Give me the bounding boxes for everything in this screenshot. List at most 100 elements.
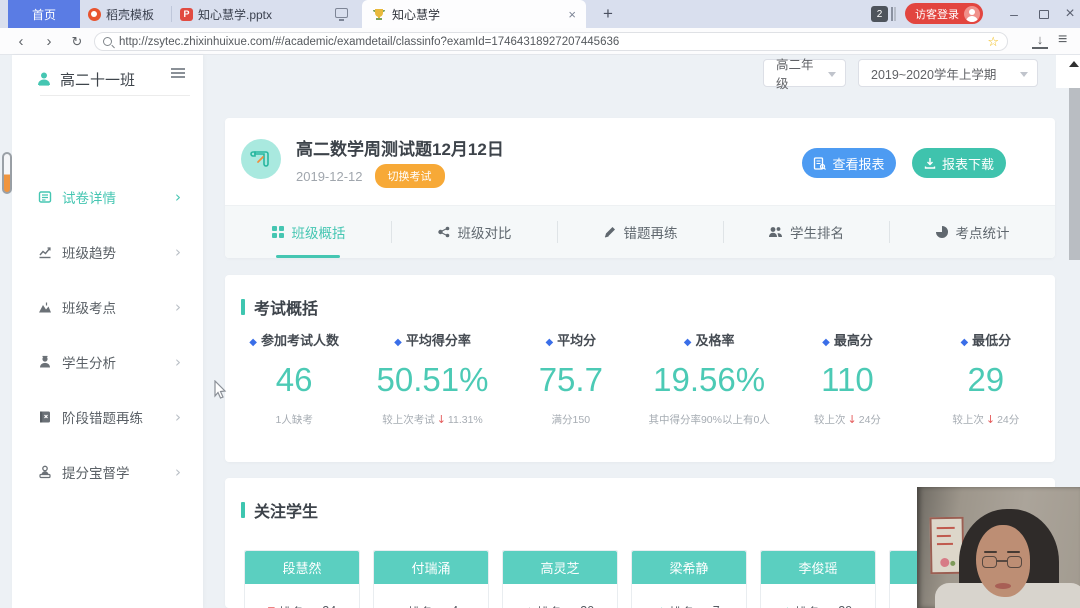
rank-value: 24 xyxy=(322,604,336,608)
search-icon xyxy=(103,37,112,46)
section-accent-bar xyxy=(241,502,245,518)
student-name[interactable]: 梁希静 xyxy=(632,551,746,584)
favorite-star-icon[interactable]: ☆ xyxy=(987,34,999,50)
scrollbar-thumb[interactable] xyxy=(1069,88,1080,260)
guest-login-button[interactable]: 访客登录 xyxy=(905,3,983,24)
tab-class-summary[interactable]: 班级概括 xyxy=(225,206,391,258)
student-card[interactable]: 付瑞涌 排名： 4 xyxy=(373,550,489,608)
stat-label: 平均分 xyxy=(557,333,596,348)
stat-max-score: ◆最高分 110 较上次24分 xyxy=(778,330,916,427)
section-header: 考试概括 xyxy=(241,295,318,319)
student-cards-row: 段慧然 排名： 24 付瑞涌 排名： 4 高灵芝 排 xyxy=(244,550,1018,608)
tab-student-ranking[interactable]: 学生排名 xyxy=(723,206,889,258)
tab-pptx-label: 知心慧学.pptx xyxy=(198,6,272,23)
sidebar-item-label: 试卷详情 xyxy=(62,187,116,207)
student-name[interactable]: 付瑞涌 xyxy=(374,551,488,584)
compare-icon xyxy=(437,225,451,239)
stage-retry-icon xyxy=(38,410,52,424)
window-close-button[interactable]: × xyxy=(1056,0,1080,28)
term-select[interactable]: 2019~2020学年上学期 xyxy=(858,59,1038,87)
tab-class-compare[interactable]: 班级对比 xyxy=(391,206,557,258)
section-title: 关注学生 xyxy=(254,498,318,522)
student-name[interactable]: 段慧然 xyxy=(245,551,359,584)
tab-label: 错题再练 xyxy=(624,222,678,242)
people-icon xyxy=(768,225,783,239)
tab-keypoint-stats[interactable]: 考点统计 xyxy=(889,206,1055,258)
cast-icon[interactable] xyxy=(335,8,348,18)
tab-zhixinhuixue[interactable]: 知心慧学 × xyxy=(362,0,586,28)
sidebar-item-class-keypoint[interactable]: 班级考点 › xyxy=(12,292,203,322)
class-trend-icon xyxy=(38,245,52,259)
forward-button[interactable]: › xyxy=(36,28,62,55)
stat-note-value: 24分 xyxy=(997,414,1019,426)
switch-exam-button[interactable]: 切换考试 xyxy=(375,164,445,188)
active-tab-underline xyxy=(276,255,340,258)
rank-value: 30 xyxy=(580,604,594,608)
sidebar-item-label: 班级考点 xyxy=(62,297,116,317)
stat-label: 参加考试人数 xyxy=(261,333,339,348)
exam-detail-icon xyxy=(38,190,52,204)
diamond-icon: ◆ xyxy=(394,337,402,348)
glasses-icon xyxy=(1007,556,1022,568)
new-tab-button[interactable]: + xyxy=(596,2,620,26)
sidebar-item-student-analysis[interactable]: 学生分析 › xyxy=(12,347,203,377)
stat-value: 29 xyxy=(917,361,1055,399)
content-tabs: 班级概括 班级对比 错题再练 xyxy=(225,205,1055,258)
rank-label: 排名： xyxy=(537,602,575,608)
chevron-right-icon: › xyxy=(175,408,181,426)
tab-home[interactable]: 首页 xyxy=(8,0,80,28)
stat-participants: ◆参加考试人数 46 1人缺考 xyxy=(225,330,363,427)
supervise-icon xyxy=(38,465,52,479)
scrollbar-up-arrow[interactable] xyxy=(1069,61,1079,67)
tab-count-badge[interactable]: 2 xyxy=(871,6,888,22)
rank-value: 29 xyxy=(838,604,852,608)
student-card[interactable]: 高灵芝 排名： 30 xyxy=(502,550,618,608)
student-card[interactable]: 段慧然 排名： 24 xyxy=(244,550,360,608)
downloads-icon[interactable]: ↓ xyxy=(1032,33,1048,49)
tab-wrong-retry[interactable]: 错题再练 xyxy=(557,206,723,258)
grade-select[interactable]: 高二年级 xyxy=(763,59,846,87)
browser-toolbar: ‹ › ↻ http://zsytec.zhixinhuixue.com/#/a… xyxy=(0,28,1080,55)
tab-docer[interactable]: 稻壳模板 xyxy=(80,0,172,28)
grid-icon xyxy=(271,225,285,239)
side-toolbar-handle[interactable] xyxy=(2,152,12,194)
download-report-button[interactable]: 报表下载 xyxy=(912,148,1006,178)
close-tab-icon[interactable]: × xyxy=(568,7,576,22)
url-text[interactable]: http://zsytec.zhixinhuixue.com/#/academi… xyxy=(119,36,619,48)
sidebar-item-class-trend[interactable]: 班级趋势 › xyxy=(12,237,203,267)
menu-icon[interactable]: ≡ xyxy=(1058,31,1067,49)
window-restore-button[interactable] xyxy=(1030,0,1058,28)
window-minimize-button[interactable]: – xyxy=(1000,0,1028,28)
glasses-icon xyxy=(982,556,997,568)
tab-label: 考点统计 xyxy=(956,222,1010,242)
student-name[interactable]: 李俊瑶 xyxy=(761,551,875,584)
person-face xyxy=(976,525,1030,597)
tab-pptx[interactable]: P 知心慧学.pptx xyxy=(172,0,358,28)
class-list-toggle-icon[interactable] xyxy=(171,68,185,70)
rank-label: 排名： xyxy=(279,602,317,608)
exam-scroll-icon xyxy=(241,139,281,179)
stat-label: 最高分 xyxy=(834,333,873,348)
diamond-icon: ◆ xyxy=(960,337,968,348)
rank-value: 7 xyxy=(713,604,720,608)
stat-label: 及格率 xyxy=(695,333,734,348)
stat-value: 46 xyxy=(225,361,363,399)
class-keypoint-icon xyxy=(38,300,52,314)
stat-label: 最低分 xyxy=(972,333,1011,348)
back-button[interactable]: ‹ xyxy=(8,28,34,55)
view-report-button[interactable]: 查看报表 xyxy=(802,148,896,178)
sidebar-item-supervise[interactable]: 提分宝督学 › xyxy=(12,457,203,487)
student-name[interactable]: 高灵芝 xyxy=(503,551,617,584)
trend-down-icon xyxy=(435,414,448,426)
section-title: 考试概括 xyxy=(254,295,318,319)
sidebar-item-label: 学生分析 xyxy=(62,352,116,372)
sidebar: 高二十一班 试卷详情 › 班级趋势 › 班级考点 xyxy=(12,55,203,608)
student-card[interactable]: 梁希静 排名： 7 xyxy=(631,550,747,608)
address-bar[interactable]: http://zsytec.zhixinhuixue.com/#/academi… xyxy=(94,32,1008,51)
student-card[interactable]: 李俊瑶 排名： 29 xyxy=(760,550,876,608)
sidebar-item-exam-detail[interactable]: 试卷详情 › xyxy=(12,182,203,212)
pie-chart-icon xyxy=(935,225,949,239)
exam-header-card: 高二数学周测试题12月12日 2019-12-12 切换考试 查看报表 报表下载 xyxy=(225,118,1055,258)
refresh-button[interactable]: ↻ xyxy=(64,28,90,55)
sidebar-item-stage-retry[interactable]: 阶段错题再练 › xyxy=(12,402,203,432)
